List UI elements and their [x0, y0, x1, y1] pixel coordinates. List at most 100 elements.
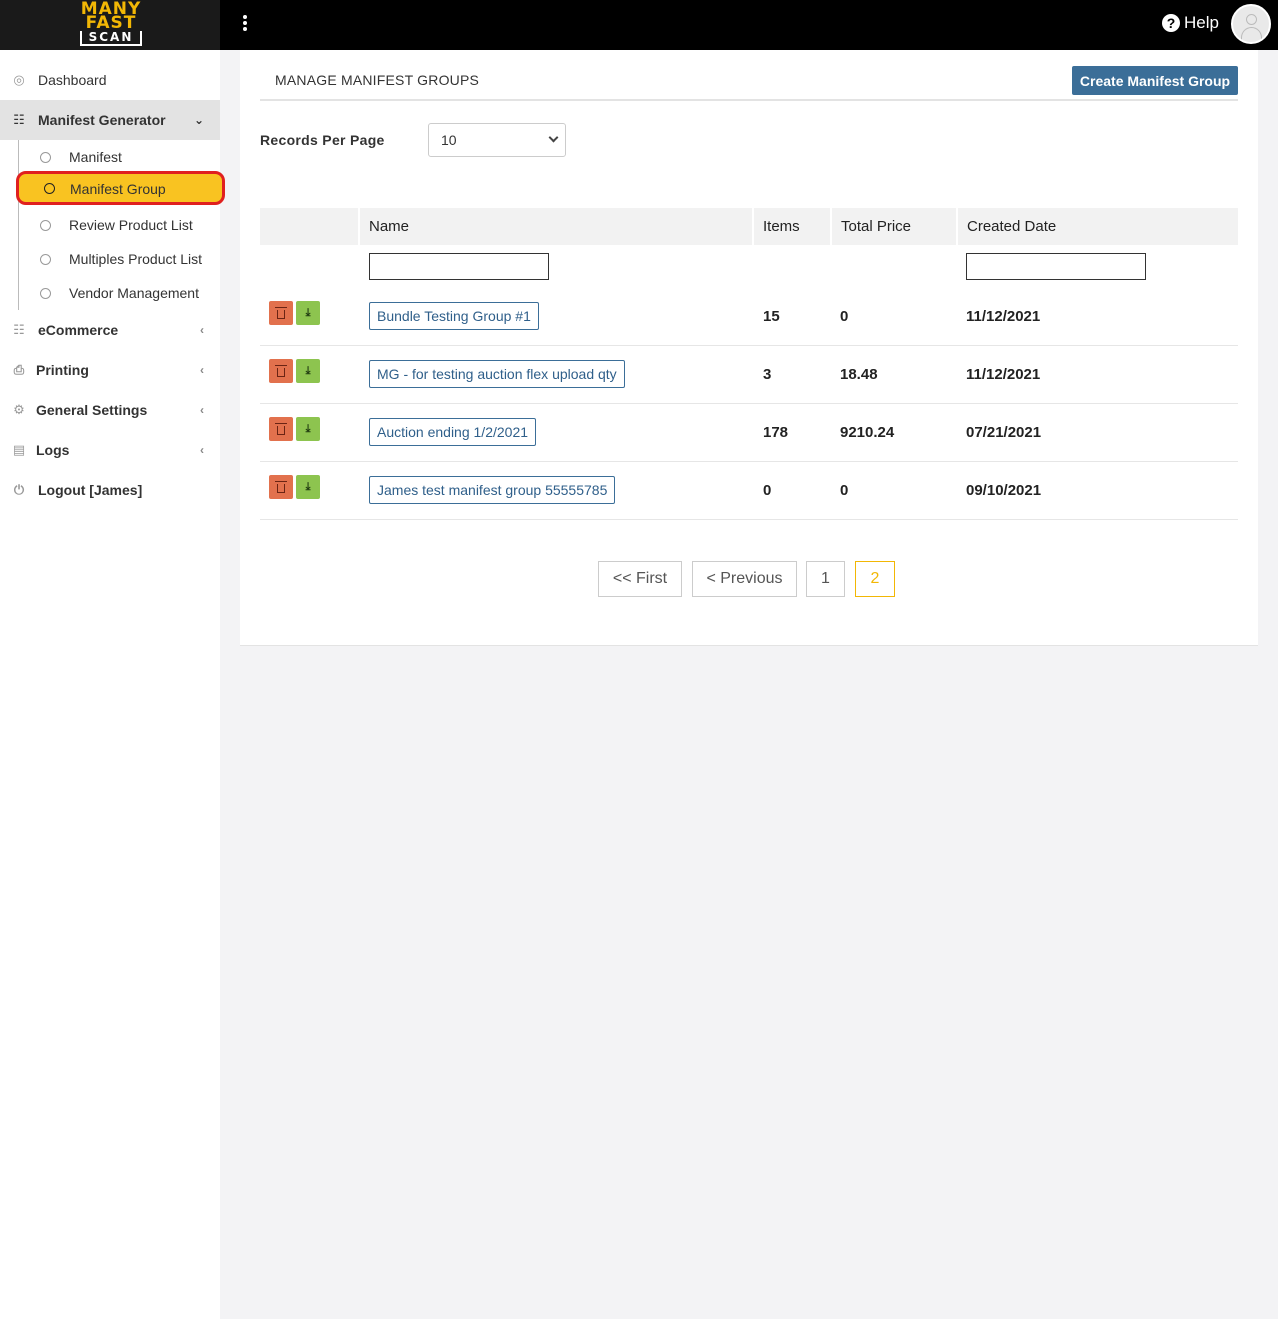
sidebar-subitem-manifest[interactable]: Manifest	[40, 142, 122, 172]
total-price-cell: 0	[840, 308, 849, 325]
pagination-page-1[interactable]: 1	[806, 561, 845, 597]
column-header-total-price[interactable]: Total Price	[830, 208, 956, 245]
items-cell: 3	[763, 366, 772, 383]
delete-button[interactable]	[269, 417, 293, 441]
main-panel: MANAGE MANIFEST GROUPS Create Manifest G…	[240, 50, 1258, 646]
sidebar-subitem-multiples-product-list[interactable]: Multiples Product List	[40, 244, 202, 274]
archive-icon: ▤	[12, 442, 26, 457]
created-date-cell: 09/10/2021	[966, 482, 1042, 499]
manifest-group-name-link[interactable]: Auction ending 1/2/2021	[369, 418, 537, 446]
sidebar-item-dashboard[interactable]: ◎ Dashboard	[0, 60, 220, 100]
sidebar-item-printing[interactable]: ⎙ Printing ‹	[0, 350, 220, 390]
created-date-cell: 07/21/2021	[966, 424, 1042, 441]
chevron-down-icon: ⌄	[193, 113, 204, 127]
printer-icon: ⎙	[13, 362, 25, 377]
column-header-created-date[interactable]: Created Date	[956, 208, 1238, 245]
chevron-down-icon	[548, 132, 559, 143]
manifest-group-name-link[interactable]: Bundle Testing Group #1	[369, 302, 539, 330]
total-price-cell: 18.48	[840, 366, 878, 383]
create-manifest-group-button[interactable]: Create Manifest Group	[1072, 66, 1238, 95]
sidebar-label: Printing	[36, 362, 89, 378]
table-row: ⤓ James test manifest group 55555785 0 0…	[260, 462, 1238, 520]
sidebar-sublabel: Vendor Management	[69, 285, 199, 301]
created-date-cell: 11/12/2021	[966, 308, 1041, 325]
top-bar: MANY FAST SCAN ? Help	[0, 0, 1278, 50]
sidebar-subitem-manifest-group[interactable]: Manifest Group	[16, 171, 225, 205]
sidebar-sublabel: Manifest Group	[70, 181, 166, 197]
total-price-cell: 0	[840, 482, 849, 499]
circle-icon	[44, 183, 55, 194]
gears-icon: ⚙	[13, 402, 25, 417]
list-icon: ☷	[13, 112, 25, 127]
items-cell: 15	[763, 308, 780, 325]
sidebar-item-ecommerce[interactable]: ☷ eCommerce ‹	[0, 310, 220, 350]
items-cell: 178	[763, 424, 789, 441]
name-filter-input[interactable]	[369, 253, 549, 280]
sidebar-label: Manifest Generator	[38, 112, 166, 128]
records-per-page-select[interactable]: 10	[428, 123, 566, 157]
pagination-first[interactable]: << First	[598, 561, 682, 597]
list-icon: ☷	[13, 322, 25, 337]
circle-icon	[40, 219, 51, 231]
trash-icon	[275, 480, 287, 493]
sidebar-label: eCommerce	[38, 322, 119, 338]
trash-icon	[275, 364, 287, 377]
created-date-cell: 11/12/2021	[966, 366, 1041, 383]
delete-button[interactable]	[269, 301, 293, 325]
sidebar-label: Dashboard	[38, 72, 107, 88]
circle-icon	[40, 253, 51, 265]
sidebar-item-logout[interactable]: ⏻ Logout [James]	[0, 470, 220, 510]
pagination-previous[interactable]: < Previous	[692, 561, 797, 597]
sidebar-label: Logout [James]	[38, 482, 143, 498]
chevron-left-icon: ‹	[200, 443, 204, 457]
trash-icon	[275, 306, 287, 319]
sidebar-label: Logs	[36, 442, 70, 458]
delete-button[interactable]	[269, 475, 293, 499]
download-button[interactable]: ⤓	[296, 475, 320, 499]
download-icon: ⤓	[305, 481, 311, 493]
sidebar-subitem-vendor-management[interactable]: Vendor Management	[40, 278, 199, 308]
created-date-filter-input[interactable]	[966, 253, 1146, 280]
table-header: Name Items Total Price Created Date	[260, 208, 1238, 245]
user-avatar[interactable]	[1231, 4, 1271, 44]
sidebar: ◎ Dashboard ☷ Manifest Generator ⌄ Manif…	[0, 50, 225, 1319]
column-header-name[interactable]: Name	[358, 208, 752, 245]
compass-icon: ◎	[13, 72, 25, 87]
help-icon: ?	[1162, 14, 1180, 32]
circle-icon	[40, 151, 51, 163]
logo-line-2: FAST	[85, 13, 137, 33]
sidebar-sublabel: Review Product List	[69, 217, 193, 233]
sidebar-item-general-settings[interactable]: ⚙ General Settings ‹	[0, 390, 220, 430]
items-cell: 0	[763, 482, 772, 499]
sidebar-item-logs[interactable]: ▤ Logs ‹	[0, 430, 220, 470]
sidebar-sublabel: Manifest	[69, 149, 122, 165]
sidebar-label: General Settings	[36, 402, 148, 418]
manifest-group-name-link[interactable]: James test manifest group 55555785	[369, 476, 616, 504]
download-button[interactable]: ⤓	[296, 417, 320, 441]
table-row: ⤓ Bundle Testing Group #1 15 0 11/12/202…	[260, 288, 1238, 346]
download-icon: ⤓	[305, 307, 311, 319]
manifest-group-name-link[interactable]: MG - for testing auction flex upload qty	[369, 360, 625, 388]
records-per-page-value: 10	[441, 132, 457, 148]
logo-text: MANY FAST SCAN	[78, 1, 144, 46]
circle-icon	[40, 287, 51, 299]
help-link[interactable]: ? Help	[1162, 13, 1219, 33]
logo-line-3: SCAN	[80, 31, 142, 46]
trash-icon	[275, 422, 287, 435]
download-icon: ⤓	[305, 365, 311, 377]
table-row: ⤓ MG - for testing auction flex upload q…	[260, 346, 1238, 404]
download-icon: ⤓	[305, 423, 311, 435]
records-per-page-label: Records Per Page	[260, 132, 385, 148]
column-header-items[interactable]: Items	[752, 208, 830, 245]
menu-toggle-icon[interactable]	[238, 13, 252, 37]
download-button[interactable]: ⤓	[296, 359, 320, 383]
download-button[interactable]: ⤓	[296, 301, 320, 325]
delete-button[interactable]	[269, 359, 293, 383]
sidebar-subitem-review-product-list[interactable]: Review Product List	[40, 210, 193, 240]
pagination-page-2[interactable]: 2	[855, 561, 895, 597]
power-icon: ⏻	[13, 482, 25, 497]
app-logo[interactable]: MANY FAST SCAN	[0, 0, 220, 50]
sidebar-item-manifest-generator[interactable]: ☷ Manifest Generator ⌄	[0, 100, 220, 140]
chevron-left-icon: ‹	[200, 323, 204, 337]
chevron-left-icon: ‹	[200, 363, 204, 377]
